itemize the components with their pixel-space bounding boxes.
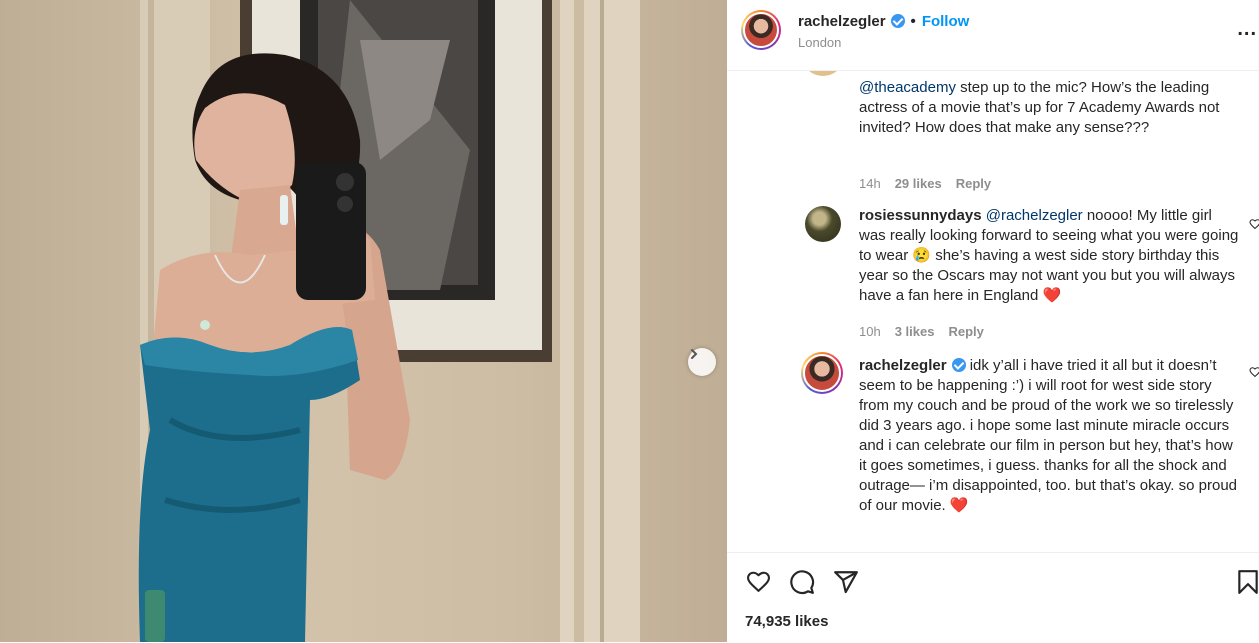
comment-heart-icon[interactable] (1249, 366, 1259, 378)
comment-likes[interactable]: 29 likes (895, 176, 942, 191)
reply-button[interactable]: Reply (948, 324, 983, 339)
comment-text: @theacademy step up to the mic? How’s th… (859, 79, 1220, 136)
post-actions: 74,935 likes (727, 552, 1259, 643)
separator-dot: • (910, 13, 916, 30)
comment-meta: 14h 29 likes Reply (859, 176, 1005, 191)
author-avatar[interactable] (741, 10, 781, 50)
post-photo[interactable] (0, 0, 727, 642)
post-side-panel: rachelzegler • Follow London ... @theacade… (727, 0, 1259, 643)
comment-meta: 10h 3 likes Reply (859, 324, 998, 339)
comment-username[interactable]: rosiessunnydays (859, 207, 982, 224)
reply-button[interactable]: Reply (956, 176, 991, 191)
comment-avatar[interactable] (801, 352, 843, 394)
comments-list[interactable]: @theacademy step up to the mic? How’s th… (727, 70, 1259, 552)
comment-mention[interactable]: @rachelzegler (986, 207, 1083, 224)
author-username[interactable]: rachelzegler (798, 13, 886, 30)
comment-likes[interactable]: 3 likes (895, 324, 935, 339)
comment-username[interactable]: rachelzegler (859, 357, 947, 374)
comment-time[interactable]: 14h (859, 176, 881, 191)
comment-text: rosiessunnydays @rachelzegler noooo! My … (859, 207, 1239, 304)
follow-button[interactable]: Follow (922, 13, 970, 30)
comment-icon[interactable] (789, 569, 815, 595)
comment-mention[interactable]: @theacademy (859, 79, 956, 96)
more-options-icon[interactable]: ... (1237, 18, 1257, 41)
post-header: rachelzegler • Follow London ... (727, 0, 1259, 71)
verified-badge-icon (951, 358, 966, 372)
chevron-right-icon (691, 349, 698, 359)
verified-badge-icon (890, 14, 905, 28)
photo-illustration (138, 0, 640, 642)
bookmark-icon[interactable] (1237, 569, 1259, 595)
heart-icon[interactable] (745, 569, 772, 594)
paper-plane-icon[interactable] (833, 569, 859, 595)
author-name-row: rachelzegler • Follow (798, 13, 969, 30)
next-photo-button[interactable] (688, 348, 716, 376)
likes-count[interactable]: 74,935 likes (745, 613, 828, 630)
post-location[interactable]: London (798, 35, 841, 50)
comment-heart-icon[interactable] (1249, 218, 1259, 230)
comment-avatar[interactable] (805, 206, 841, 242)
comment-text: rachelzegler idk y’all i have tried it a… (859, 357, 1238, 514)
comment-time[interactable]: 10h (859, 324, 881, 339)
